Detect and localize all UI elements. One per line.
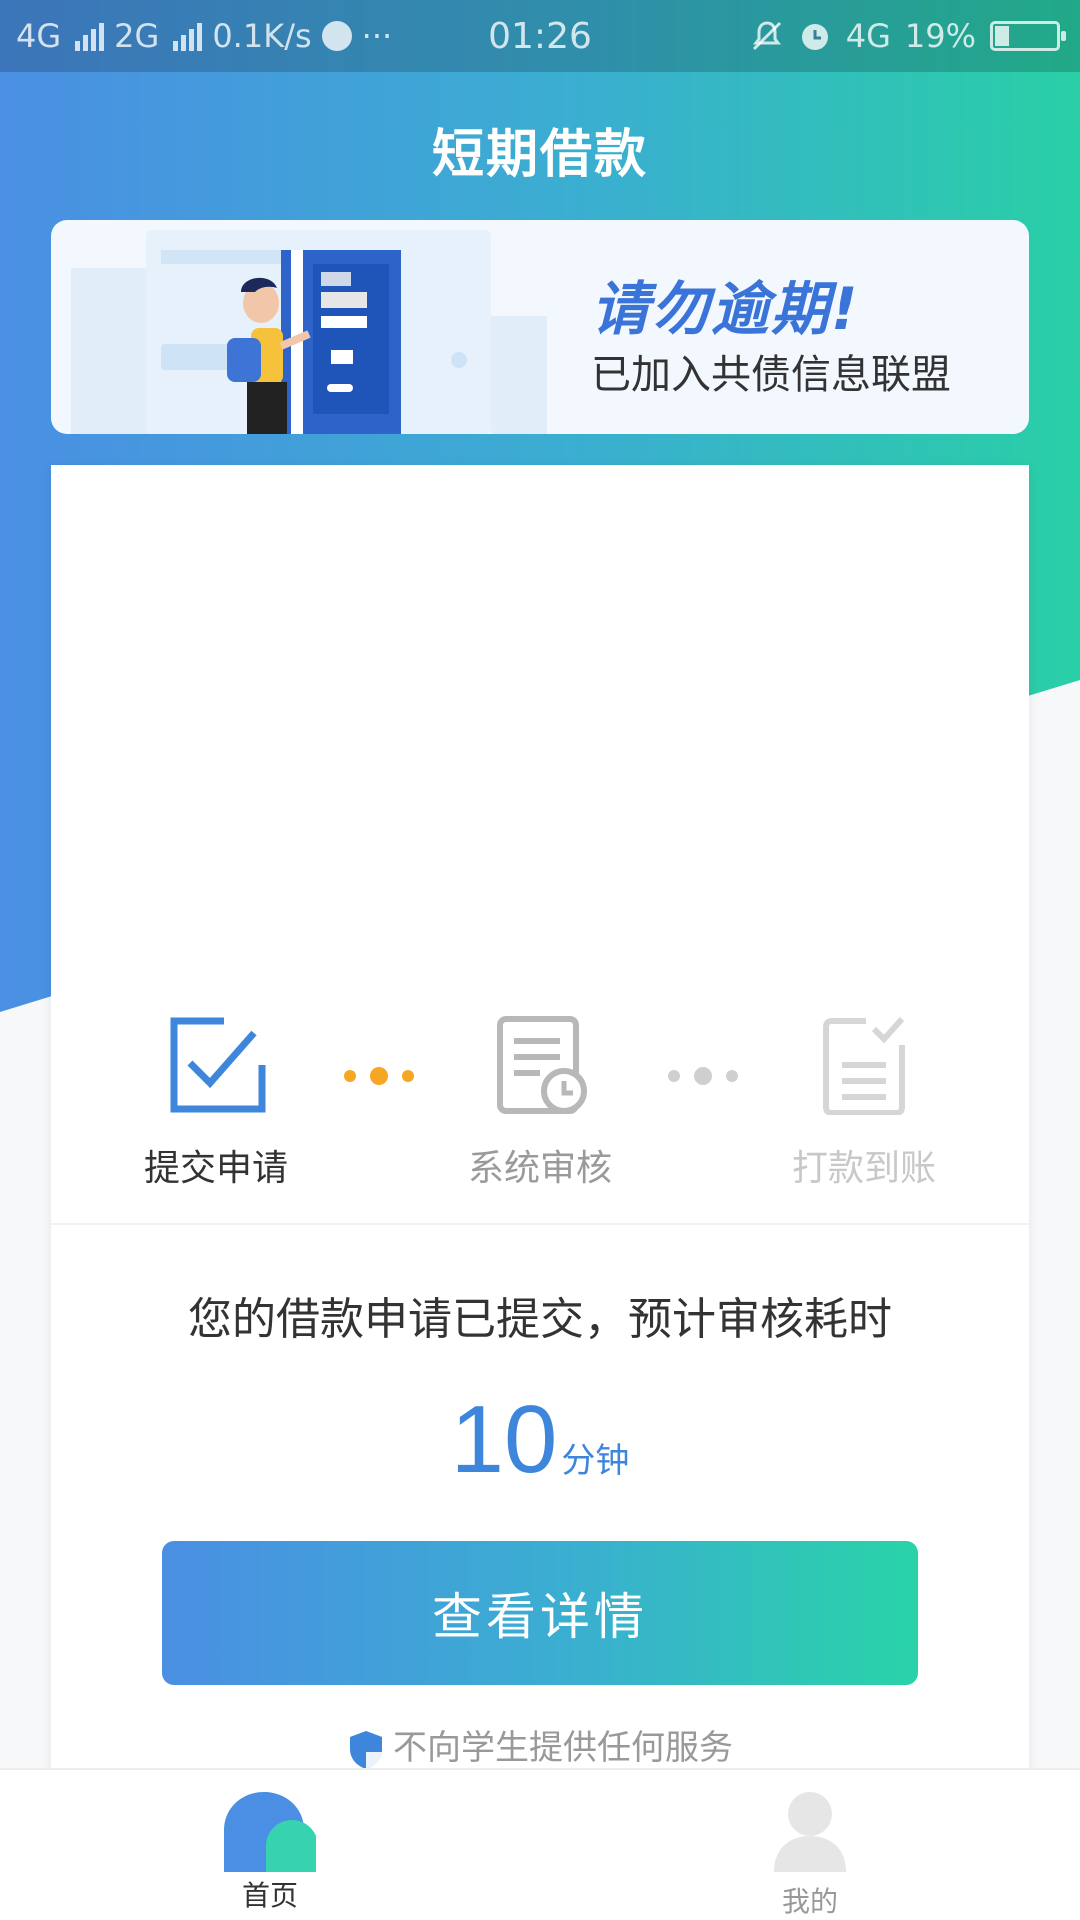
tab-home[interactable]: 首页 xyxy=(170,1770,370,1920)
progress-dots-active xyxy=(344,1067,414,1085)
no-students-notice: 不向学生提供任何服务 xyxy=(51,1720,1029,1771)
application-status-message: 您的借款申请已提交，预计审核耗时 xyxy=(188,1294,892,1345)
progress-dots-idle xyxy=(668,1067,738,1085)
loan-status-card: 提交申请 系统审核 打款到账 您的借款申请已提交，预计审核耗时 10 分钟 查看… xyxy=(51,465,1029,1770)
step-label: 打款到账 xyxy=(791,1148,936,1189)
step-review: 系统审核 xyxy=(440,1015,640,1191)
bottom-tab-bar: 首页 我的 xyxy=(0,1768,1080,1920)
network-type-right: 4G xyxy=(845,17,891,55)
eta-unit: 分钟 xyxy=(561,1441,630,1481)
shield-icon xyxy=(350,1730,382,1769)
estimated-time: 10 分钟 xyxy=(51,1385,1029,1495)
step-label: 提交申请 xyxy=(143,1148,288,1189)
status-right-group: 4G 19% xyxy=(750,0,1066,72)
banner-subline: 已加入共债信息联盟 xyxy=(591,352,951,398)
checkbox-icon xyxy=(170,1017,266,1113)
battery-icon xyxy=(990,21,1066,51)
notice-text: 不向学生提供任何服务 xyxy=(393,1728,733,1768)
user-icon xyxy=(774,1792,846,1872)
step-payout: 打款到账 xyxy=(764,1015,964,1191)
banner[interactable]: 请勿逾期! 已加入共债信息联盟 xyxy=(51,220,1029,434)
status-bar: 4G 2G 0.1K/s ··· 01:26 4G 19% xyxy=(0,0,1080,72)
document-clock-icon xyxy=(497,1016,587,1114)
step-label: 系统审核 xyxy=(467,1148,612,1189)
alarm-icon xyxy=(801,24,828,50)
battery-percent: 19% xyxy=(904,17,976,55)
step-submit: 提交申请 xyxy=(116,1015,316,1191)
view-details-button[interactable]: 查看详情 xyxy=(162,1541,918,1685)
page-title: 短期借款 xyxy=(431,125,648,185)
banner-headline: 请勿逾期! xyxy=(591,275,860,343)
atm-illustration xyxy=(71,230,547,434)
bell-off-icon xyxy=(752,21,781,51)
home-tab-icon xyxy=(224,1792,316,1872)
document-check-icon xyxy=(823,1016,905,1115)
tab-mine-label: 我的 xyxy=(781,1885,838,1918)
tab-home-label: 首页 xyxy=(241,1879,298,1912)
tab-mine[interactable]: 我的 xyxy=(710,1770,910,1920)
divider xyxy=(51,1223,1029,1225)
eta-value: 10 xyxy=(450,1386,558,1493)
